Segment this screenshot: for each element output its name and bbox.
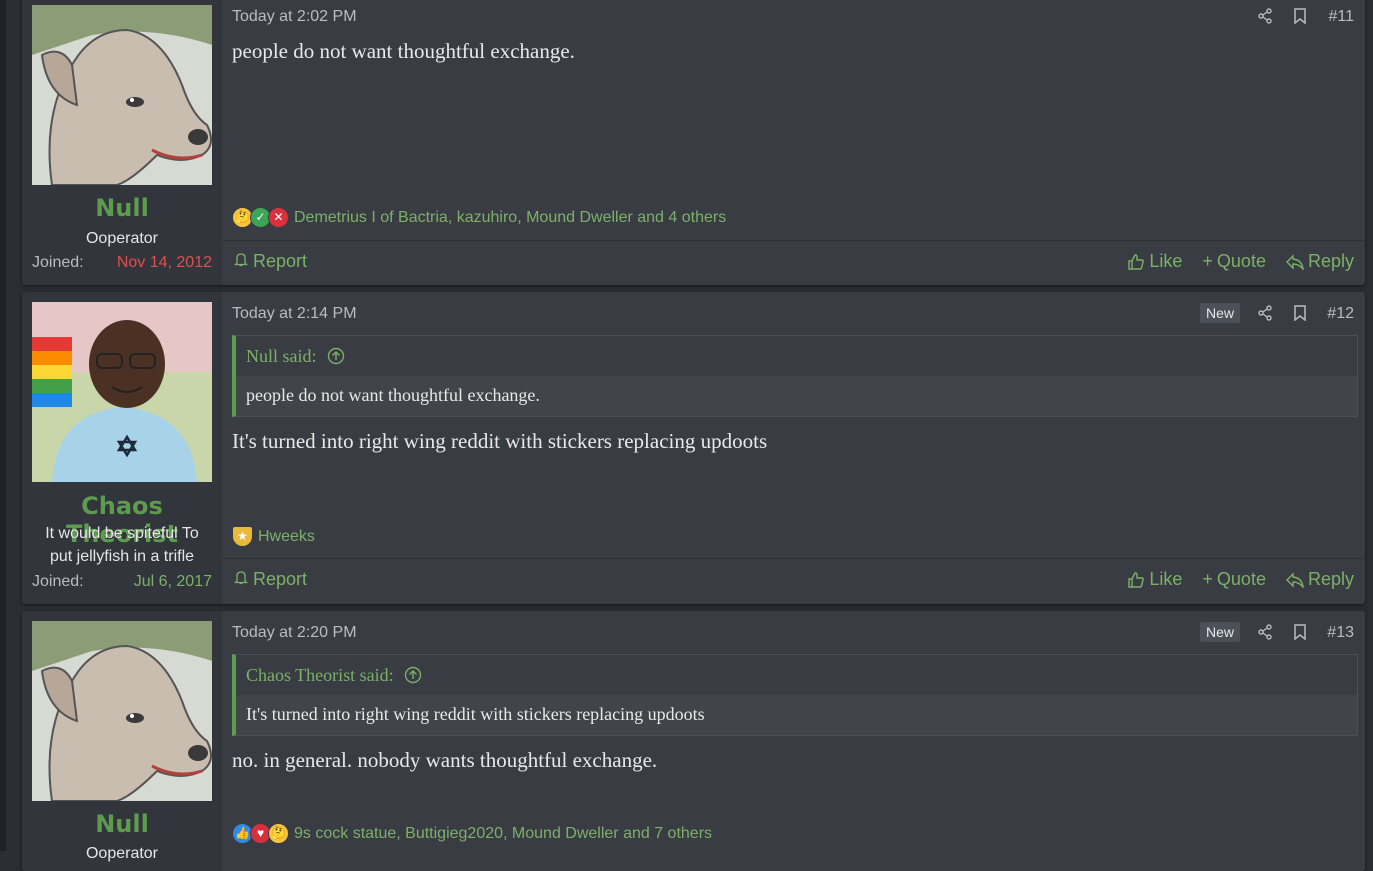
quote-block: Null said: people do not want thoughtful…: [232, 335, 1358, 417]
reaction-bar[interactable]: 🤔 ✓ ✕ Demetrius I of Bactria, kazuhiro, …: [232, 207, 726, 228]
reaction-bar[interactable]: ★ Hweeks: [232, 526, 315, 547]
like-label: Like: [1149, 569, 1183, 589]
avatar[interactable]: [32, 5, 212, 185]
quote-text: people do not want thoughtful exchange.: [236, 376, 1357, 416]
like-label: Like: [1149, 251, 1183, 271]
report-button[interactable]: Report: [233, 251, 308, 272]
post-date[interactable]: Today at 2:02 PM: [232, 8, 357, 26]
thumbs-up-icon: [1128, 571, 1145, 588]
username[interactable]: Null: [22, 810, 222, 838]
avatar[interactable]: [32, 621, 212, 801]
post-actions: Like + Quote Reply: [1127, 251, 1354, 272]
thumbs-up-icon: [1128, 253, 1145, 270]
bell-icon: [233, 569, 253, 589]
joined-date: Jul 6, 2017: [133, 573, 212, 590]
post-footer: Report Like + Quote Reply: [222, 240, 1365, 285]
quote-author[interactable]: Null said:: [236, 336, 1357, 376]
user-panel: Null Ooperator: [22, 611, 222, 871]
post-message: no. in general. nobody wants thoughtful …: [232, 748, 658, 772]
report-label: Report: [253, 251, 308, 271]
avatar[interactable]: [32, 302, 212, 482]
reply-icon: [1285, 253, 1304, 270]
post-number[interactable]: #13: [1327, 624, 1354, 642]
user-title: Ooperator: [85, 845, 159, 862]
post-message: people do not want thoughtful exchange.: [232, 39, 575, 63]
post-12: Chaos Theorist It would be spiteful To p…: [22, 292, 1365, 604]
report-button[interactable]: Report: [233, 569, 308, 590]
reaction-names[interactable]: Demetrius I of Bactria, kazuhiro, Mound …: [294, 209, 726, 227]
joined-date: Nov 14, 2012: [116, 254, 212, 271]
new-badge: New: [1199, 303, 1240, 323]
reaction-bar[interactable]: 👍 ♥ 🤔 9s cock statue, Buttigieg2020, Mou…: [232, 823, 712, 844]
post-date[interactable]: Today at 2:14 PM: [232, 305, 357, 323]
quote-button[interactable]: + Quote: [1202, 569, 1266, 590]
joined-label: Joined:: [32, 573, 84, 590]
post-11: Null Ooperator Joined: Nov 14, 2012 Toda…: [22, 0, 1365, 285]
bookmark-icon[interactable]: [1293, 624, 1307, 645]
quote-block: Chaos Theorist said: It's turned into ri…: [232, 654, 1358, 736]
post-date[interactable]: Today at 2:20 PM: [232, 624, 357, 642]
bookmark-icon[interactable]: [1293, 8, 1307, 29]
new-badge: New: [1199, 622, 1240, 642]
report-label: Report: [253, 569, 308, 589]
reply-button[interactable]: Reply: [1285, 251, 1354, 272]
plus-icon: +: [1202, 569, 1213, 589]
username[interactable]: Null: [22, 194, 222, 222]
user-panel: Chaos Theorist It would be spiteful To p…: [22, 292, 222, 604]
arrow-up-circle-icon[interactable]: [404, 666, 422, 684]
quote-label: Quote: [1216, 251, 1266, 271]
post-13: Null Ooperator Today at 2:20 PM New #13 …: [22, 611, 1365, 871]
quote-button[interactable]: + Quote: [1202, 251, 1266, 272]
reply-button[interactable]: Reply: [1285, 569, 1354, 590]
x-emoji-icon: ✕: [268, 207, 289, 228]
share-icon[interactable]: [1257, 8, 1273, 29]
reply-label: Reply: [1307, 251, 1354, 271]
user-title-line-1: It would be spiteful To: [45, 525, 199, 542]
quote-text: It's turned into right wing reddit with …: [236, 695, 1357, 735]
bookmark-icon[interactable]: [1293, 305, 1307, 326]
plus-icon: +: [1202, 251, 1213, 271]
reply-label: Reply: [1307, 569, 1354, 589]
quote-label: Quote: [1216, 569, 1266, 589]
reaction-names[interactable]: Hweeks: [258, 528, 315, 546]
arrow-up-circle-icon[interactable]: [327, 347, 345, 365]
user-title: Ooperator: [85, 230, 159, 247]
bell-icon: [233, 251, 253, 271]
like-button[interactable]: Like: [1127, 251, 1182, 272]
reply-icon: [1285, 571, 1304, 588]
post-actions: Like + Quote Reply: [1127, 569, 1354, 590]
thinking-emoji-icon: 🤔: [268, 823, 289, 844]
page-left-edge: [0, 0, 6, 851]
post-number[interactable]: #11: [1328, 8, 1354, 26]
user-title-line-2: put jellyfish in a trifle: [49, 548, 195, 565]
share-icon[interactable]: [1257, 624, 1273, 645]
medal-emoji-icon: ★: [232, 526, 253, 547]
post-number[interactable]: #12: [1327, 305, 1354, 323]
user-panel: Null Ooperator Joined: Nov 14, 2012: [22, 0, 222, 285]
post-footer: Report Like + Quote Reply: [222, 558, 1365, 604]
share-icon[interactable]: [1257, 305, 1273, 326]
like-button[interactable]: Like: [1127, 569, 1182, 590]
quote-author[interactable]: Chaos Theorist said:: [236, 655, 1357, 695]
joined-label: Joined:: [32, 254, 84, 271]
reaction-names[interactable]: 9s cock statue, Buttigieg2020, Mound Dwe…: [294, 825, 712, 843]
post-message: It's turned into right wing reddit with …: [232, 429, 768, 453]
